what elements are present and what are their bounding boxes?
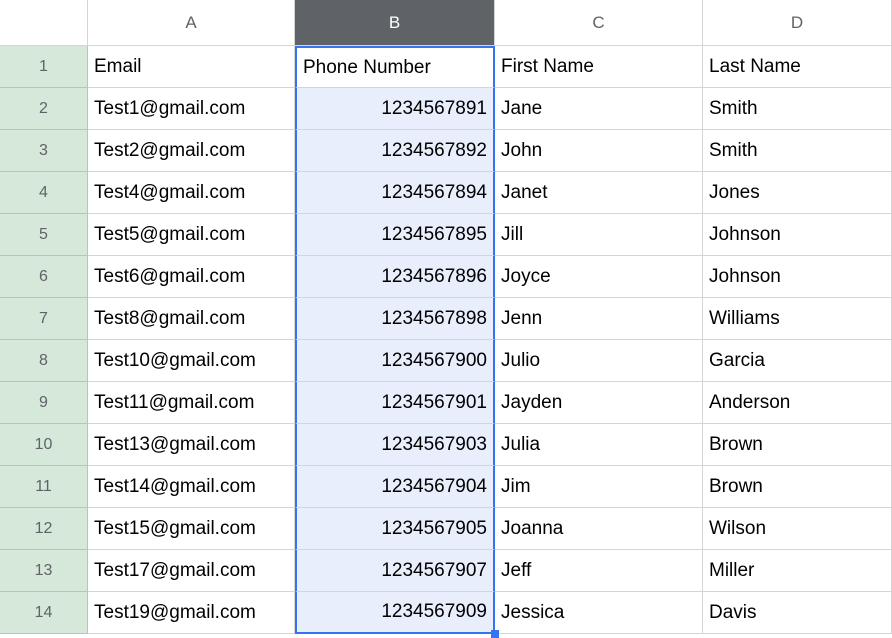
cell[interactable]: 1234567894 bbox=[295, 172, 495, 214]
row-header[interactable]: 2 bbox=[0, 88, 88, 130]
cell[interactable]: 1234567905 bbox=[295, 508, 495, 550]
cell[interactable]: 1234567904 bbox=[295, 466, 495, 508]
cell[interactable]: Julia bbox=[495, 424, 703, 466]
cell[interactable]: Test15@gmail.com bbox=[88, 508, 295, 550]
cell[interactable]: 1234567892 bbox=[295, 130, 495, 172]
col-header-a[interactable]: A bbox=[88, 0, 295, 46]
cell-d1[interactable]: Last Name bbox=[703, 46, 892, 88]
cell[interactable]: Janet bbox=[495, 172, 703, 214]
cell[interactable]: 1234567900 bbox=[295, 340, 495, 382]
cell-a1[interactable]: Email bbox=[88, 46, 295, 88]
cell[interactable]: Miller bbox=[703, 550, 892, 592]
cell[interactable]: Test17@gmail.com bbox=[88, 550, 295, 592]
col-header-d[interactable]: D bbox=[703, 0, 892, 46]
cell[interactable]: John bbox=[495, 130, 703, 172]
row-header[interactable]: 14 bbox=[0, 592, 88, 634]
cell[interactable]: Jane bbox=[495, 88, 703, 130]
cell[interactable]: 1234567907 bbox=[295, 550, 495, 592]
cell[interactable]: Joyce bbox=[495, 256, 703, 298]
cell[interactable]: Smith bbox=[703, 130, 892, 172]
col-header-b[interactable]: B bbox=[295, 0, 495, 46]
cell[interactable]: Johnson bbox=[703, 256, 892, 298]
cell[interactable]: Test5@gmail.com bbox=[88, 214, 295, 256]
spreadsheet-grid: A B C D 1 Email Phone Number First Name … bbox=[0, 0, 892, 634]
cell[interactable]: 1234567898 bbox=[295, 298, 495, 340]
cell[interactable]: Test13@gmail.com bbox=[88, 424, 295, 466]
row-header[interactable]: 12 bbox=[0, 508, 88, 550]
cell[interactable]: Garcia bbox=[703, 340, 892, 382]
cell[interactable]: Julio bbox=[495, 340, 703, 382]
cell[interactable]: Test11@gmail.com bbox=[88, 382, 295, 424]
cell[interactable]: Jessica bbox=[495, 592, 703, 634]
cell[interactable]: Test6@gmail.com bbox=[88, 256, 295, 298]
row-header[interactable]: 1 bbox=[0, 46, 88, 88]
cell[interactable]: Test1@gmail.com bbox=[88, 88, 295, 130]
cell-c1[interactable]: First Name bbox=[495, 46, 703, 88]
cell[interactable]: Test14@gmail.com bbox=[88, 466, 295, 508]
cell[interactable]: Jayden bbox=[495, 382, 703, 424]
cell[interactable]: 1234567903 bbox=[295, 424, 495, 466]
fill-handle[interactable] bbox=[491, 630, 499, 638]
cell[interactable]: Anderson bbox=[703, 382, 892, 424]
cell[interactable]: Test10@gmail.com bbox=[88, 340, 295, 382]
cell[interactable]: Wilson bbox=[703, 508, 892, 550]
cell[interactable]: 1234567891 bbox=[295, 88, 495, 130]
cell[interactable]: Jones bbox=[703, 172, 892, 214]
cell[interactable]: Test4@gmail.com bbox=[88, 172, 295, 214]
cell[interactable]: 1234567901 bbox=[295, 382, 495, 424]
cell[interactable]: Test19@gmail.com bbox=[88, 592, 295, 634]
row-header[interactable]: 8 bbox=[0, 340, 88, 382]
row-header[interactable]: 6 bbox=[0, 256, 88, 298]
cell[interactable]: Smith bbox=[703, 88, 892, 130]
row-header[interactable]: 13 bbox=[0, 550, 88, 592]
cell[interactable]: Williams bbox=[703, 298, 892, 340]
cell-wrapper: 1234567909 bbox=[295, 592, 495, 634]
row-header[interactable]: 7 bbox=[0, 298, 88, 340]
cell[interactable]: Johnson bbox=[703, 214, 892, 256]
col-header-c[interactable]: C bbox=[495, 0, 703, 46]
cell[interactable]: Test2@gmail.com bbox=[88, 130, 295, 172]
row-header[interactable]: 4 bbox=[0, 172, 88, 214]
cell[interactable]: Jill bbox=[495, 214, 703, 256]
cell-b1[interactable]: Phone Number bbox=[295, 46, 495, 88]
row-header[interactable]: 3 bbox=[0, 130, 88, 172]
cell[interactable]: Jim bbox=[495, 466, 703, 508]
cell[interactable]: 1234567909 bbox=[295, 592, 495, 634]
cell[interactable]: Jeff bbox=[495, 550, 703, 592]
cell[interactable]: Jenn bbox=[495, 298, 703, 340]
cell[interactable]: Test8@gmail.com bbox=[88, 298, 295, 340]
cell[interactable]: Davis bbox=[703, 592, 892, 634]
row-header[interactable]: 9 bbox=[0, 382, 88, 424]
select-all-corner[interactable] bbox=[0, 0, 88, 46]
cell[interactable]: Brown bbox=[703, 424, 892, 466]
cell[interactable]: 1234567896 bbox=[295, 256, 495, 298]
row-header[interactable]: 11 bbox=[0, 466, 88, 508]
cell[interactable]: 1234567895 bbox=[295, 214, 495, 256]
row-header[interactable]: 10 bbox=[0, 424, 88, 466]
cell[interactable]: Brown bbox=[703, 466, 892, 508]
cell[interactable]: Joanna bbox=[495, 508, 703, 550]
row-header[interactable]: 5 bbox=[0, 214, 88, 256]
